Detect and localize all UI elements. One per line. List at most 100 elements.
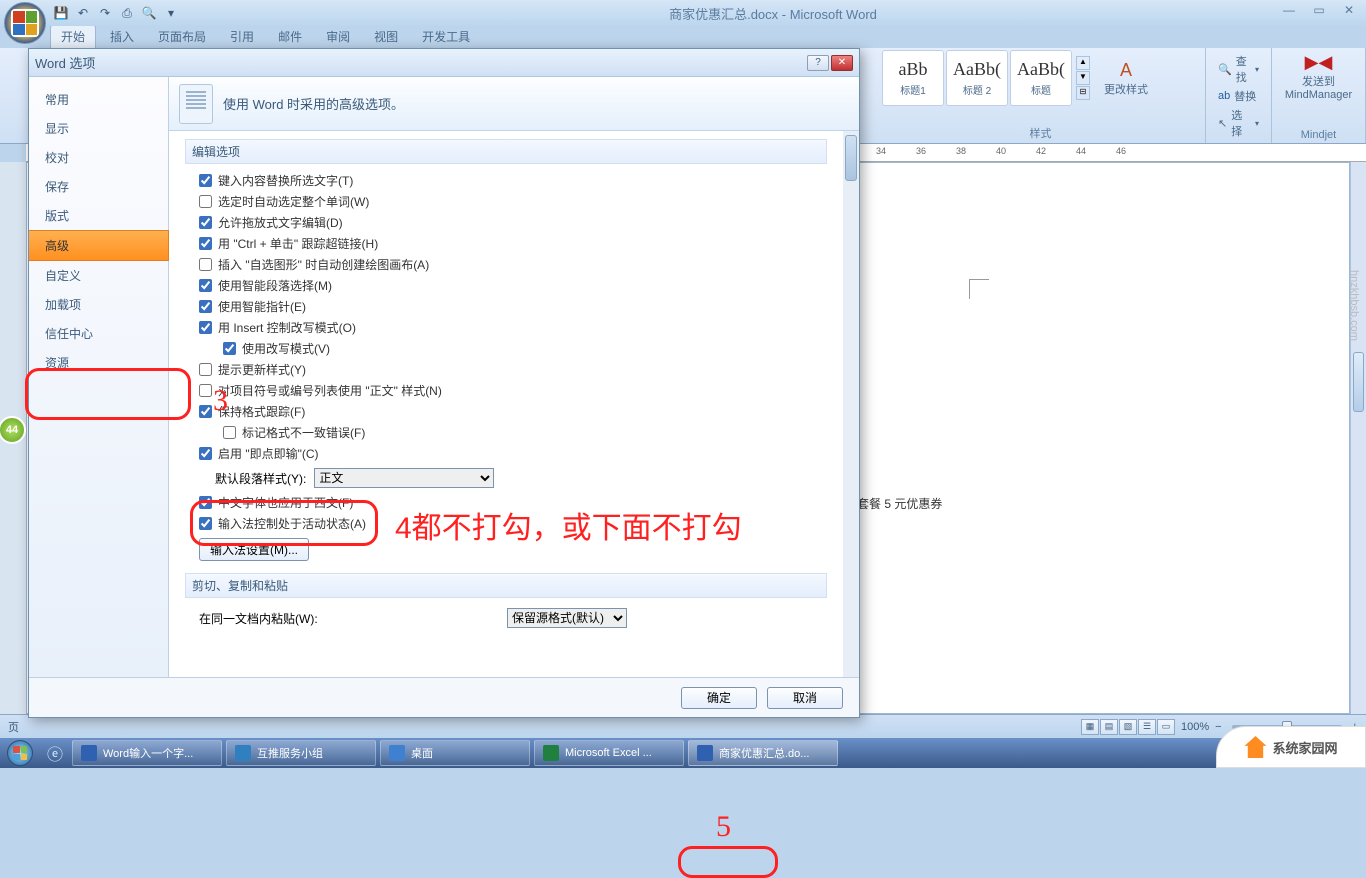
style-heading1[interactable]: aBb标题1: [882, 50, 944, 106]
chk-insert-overtype[interactable]: [199, 321, 212, 334]
tab-view[interactable]: 视图: [364, 25, 408, 48]
taskbar: ⓔ Word输入一个字... 互推服务小组 桌面 Microsoft Excel…: [0, 738, 1366, 768]
style-heading2[interactable]: AaBb(标题 2: [946, 50, 1008, 106]
nav-save[interactable]: 保存: [29, 172, 168, 201]
nav-typography[interactable]: 版式: [29, 201, 168, 230]
chk-smart-para[interactable]: [199, 279, 212, 292]
dialog-title-bar[interactable]: Word 选项 ? ✕: [29, 49, 859, 77]
task-group[interactable]: 互推服务小组: [226, 740, 376, 766]
paste-same-select[interactable]: 保留源格式(默认): [507, 608, 627, 628]
excel-icon: [543, 745, 559, 761]
preview-icon[interactable]: 🔍: [140, 4, 158, 22]
minimize-icon[interactable]: —: [1276, 2, 1302, 18]
annotation-rect-ok: [678, 846, 778, 878]
chk-drag-drop[interactable]: [199, 216, 212, 229]
nav-trust[interactable]: 信任中心: [29, 319, 168, 348]
print-icon[interactable]: ⎙: [118, 4, 136, 22]
office-button[interactable]: [4, 2, 46, 44]
chk-use-overtype[interactable]: [223, 342, 236, 355]
gallery-down-icon[interactable]: ▼: [1076, 71, 1090, 85]
chk-track-format[interactable]: [199, 405, 212, 418]
select-button[interactable]: ↖选择▾: [1216, 106, 1261, 140]
gallery-up-icon[interactable]: ▲: [1076, 56, 1090, 70]
maximize-icon[interactable]: ▭: [1306, 2, 1332, 18]
mindmanager-button[interactable]: ▶◀ 发送到 MindManager: [1278, 50, 1359, 103]
chk-ime-active[interactable]: [199, 517, 212, 530]
vertical-scrollbar[interactable]: [1350, 162, 1366, 714]
view-outline-icon[interactable]: ☰: [1138, 719, 1156, 735]
style-title[interactable]: AaBb(标题: [1010, 50, 1072, 106]
chk-ctrl-click[interactable]: [199, 237, 212, 250]
chk-normal-style[interactable]: [199, 384, 212, 397]
paste-same-label: 在同一文档内粘贴(W):: [199, 610, 499, 627]
group-icon: [235, 745, 251, 761]
watermark: hnzkhbsb.com: [1340, 270, 1360, 341]
change-style-button[interactable]: A 更改样式: [1098, 58, 1154, 99]
tab-insert[interactable]: 插入: [100, 25, 144, 48]
nav-addins[interactable]: 加载项: [29, 290, 168, 319]
task-desktop[interactable]: 桌面: [380, 740, 530, 766]
taskbar-ie-icon[interactable]: ⓔ: [47, 741, 63, 765]
tab-references[interactable]: 引用: [220, 25, 264, 48]
title-bar: 💾 ↶ ↷ ⎙ 🔍 ▾ 商家优惠汇总.docx - Microsoft Word…: [0, 0, 1366, 26]
tab-review[interactable]: 审阅: [316, 25, 360, 48]
view-web-icon[interactable]: ▧: [1119, 719, 1137, 735]
ribbon-tabs: 开始 插入 页面布局 引用 邮件 审阅 视图 开发工具: [0, 26, 1366, 48]
undo-icon[interactable]: ↶: [74, 4, 92, 22]
default-para-select[interactable]: 正文: [314, 468, 494, 488]
view-draft-icon[interactable]: ▭: [1157, 719, 1175, 735]
dialog-footer: 确定 取消: [29, 677, 859, 717]
nav-proofing[interactable]: 校对: [29, 143, 168, 172]
chk-auto-canvas[interactable]: [199, 258, 212, 271]
replace-button[interactable]: ab替换: [1216, 87, 1261, 105]
site-logo-text: 系统家园网: [1272, 738, 1337, 757]
tab-developer[interactable]: 开发工具: [412, 25, 480, 48]
options-header-icon: [179, 84, 213, 124]
zoom-level[interactable]: 100%: [1181, 721, 1209, 733]
chk-click-type[interactable]: [199, 447, 212, 460]
tab-layout[interactable]: 页面布局: [148, 25, 216, 48]
word-options-dialog: Word 选项 ? ✕ 常用 显示 校对 保存 版式 高级 自定义 加载项 信任…: [28, 48, 860, 718]
chk-prompt-style[interactable]: [199, 363, 212, 376]
cancel-button[interactable]: 取消: [767, 687, 843, 709]
options-header: 使用 Word 时采用的高级选项。: [169, 77, 859, 131]
task-excel[interactable]: Microsoft Excel ...: [534, 740, 684, 766]
nav-customize[interactable]: 自定义: [29, 261, 168, 290]
ime-settings-button[interactable]: 输入法设置(M)...: [199, 538, 309, 561]
annotation-5: 5: [716, 810, 731, 844]
dialog-close-icon[interactable]: ✕: [831, 55, 853, 71]
task-word-help[interactable]: Word输入一个字...: [72, 740, 222, 766]
site-logo: 系统家园网: [1216, 726, 1366, 768]
section-editing: 编辑选项: [185, 139, 827, 164]
find-button[interactable]: 🔍查找▾: [1216, 52, 1261, 86]
dialog-title: Word 选项: [35, 53, 95, 72]
zoom-out-icon[interactable]: −: [1215, 721, 1221, 733]
word-doc-icon: [697, 745, 713, 761]
start-button[interactable]: [0, 738, 40, 768]
redo-icon[interactable]: ↷: [96, 4, 114, 22]
chk-cjk-font[interactable]: [199, 496, 212, 509]
dialog-help-icon[interactable]: ?: [807, 55, 829, 71]
qat-more-icon[interactable]: ▾: [162, 4, 180, 22]
nav-advanced[interactable]: 高级: [29, 230, 169, 261]
ok-button[interactable]: 确定: [681, 687, 757, 709]
chk-typing-replaces[interactable]: [199, 174, 212, 187]
gallery-more-icon[interactable]: ⊟: [1076, 86, 1090, 100]
options-nav: 常用 显示 校对 保存 版式 高级 自定义 加载项 信任中心 资源: [29, 77, 169, 677]
tab-home[interactable]: 开始: [50, 24, 96, 48]
view-print-icon[interactable]: ▦: [1081, 719, 1099, 735]
view-buttons: ▦ ▤ ▧ ☰ ▭: [1081, 719, 1175, 735]
chk-select-word[interactable]: [199, 195, 212, 208]
view-fullscreen-icon[interactable]: ▤: [1100, 719, 1118, 735]
edit-group: 🔍查找▾ ab替换 ↖选择▾ 编辑: [1206, 48, 1272, 143]
close-icon[interactable]: ✕: [1336, 2, 1362, 18]
save-icon[interactable]: 💾: [52, 4, 70, 22]
options-scrollbar[interactable]: [843, 131, 859, 677]
chk-smart-cursor[interactable]: [199, 300, 212, 313]
nav-general[interactable]: 常用: [29, 85, 168, 114]
nav-resources[interactable]: 资源: [29, 348, 168, 377]
chk-mark-inconsistent[interactable]: [223, 426, 236, 439]
nav-display[interactable]: 显示: [29, 114, 168, 143]
tab-mail[interactable]: 邮件: [268, 25, 312, 48]
task-word-doc[interactable]: 商家优惠汇总.do...: [688, 740, 838, 766]
